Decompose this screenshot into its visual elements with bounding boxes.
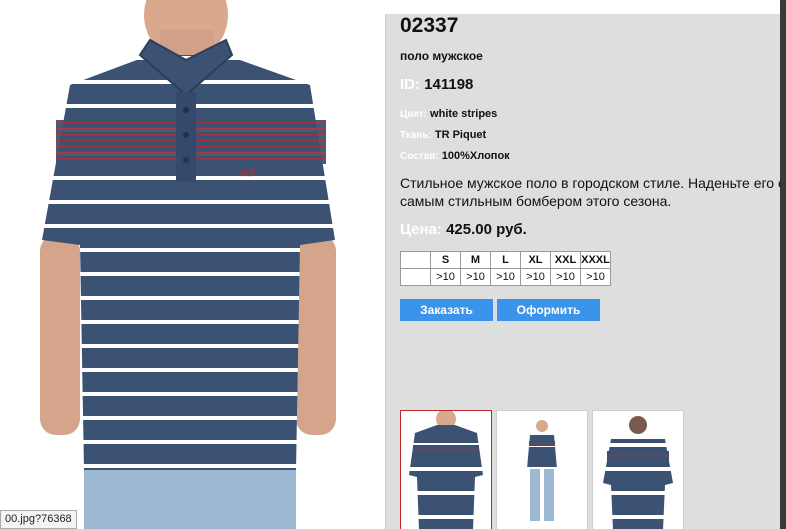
id-value: 141198 <box>424 76 474 93</box>
stock-cell <box>400 268 431 286</box>
stock-cell: >10 <box>490 268 521 286</box>
price-value: 425.00 руб. <box>446 221 527 238</box>
composition-value: 100%Хлопок <box>441 150 510 162</box>
size-header-cell[interactable]: XXXL <box>580 251 611 269</box>
product-code: 02337 <box>400 14 459 37</box>
stock-cell: >10 <box>430 268 461 286</box>
polo-shirt-photo: ᑎᒪᖴ <box>40 0 336 529</box>
size-header-cell[interactable]: M <box>460 251 491 269</box>
thumbnail-back-view[interactable] <box>592 410 684 529</box>
price-row: Цена: 425.00 руб. <box>400 221 527 238</box>
size-header-cell[interactable]: XL <box>520 251 551 269</box>
product-description: Стильное мужское поло в городском стиле.… <box>400 174 785 210</box>
size-header-cell[interactable]: XXL <box>550 251 581 269</box>
stock-cell: >10 <box>550 268 581 286</box>
thumbnail-full-body[interactable] <box>496 410 588 529</box>
header-strip <box>386 0 786 14</box>
stock-cell: >10 <box>520 268 551 286</box>
thumbnail-image <box>497 411 587 529</box>
composition-row: Состав: 100%Хлопок <box>400 150 510 162</box>
size-header-cell[interactable]: S <box>430 251 461 269</box>
window-edge <box>780 0 786 529</box>
price-label: Цена: <box>400 221 442 238</box>
thumbnail-image <box>401 411 491 529</box>
thumbnail-front-closeup[interactable] <box>400 410 492 529</box>
id-label: ID: <box>400 76 420 93</box>
product-info-panel: 02337 поло мужское ID: 141198 Цвет: whit… <box>386 14 786 529</box>
size-availability-table: S M L XL XXL XXXL >10 >10 >10 >10 >10 >1… <box>400 251 611 286</box>
size-header-cell <box>400 251 431 269</box>
order-button[interactable]: Заказать <box>400 299 493 321</box>
main-product-image[interactable]: ᑎᒪᖴ <box>0 0 386 529</box>
status-bar-url: 00.jpg?76368 <box>0 510 77 529</box>
stock-cell: >10 <box>580 268 611 286</box>
thumbnail-image <box>593 411 683 529</box>
description-line-1: Стильное мужское поло в городском стиле.… <box>400 175 785 191</box>
size-header-cell[interactable]: L <box>490 251 521 269</box>
size-header-row: S M L XL XXL XXXL <box>400 251 611 269</box>
color-label: Цвет: <box>400 109 427 120</box>
size-stock-row: >10 >10 >10 >10 >10 >10 <box>400 268 611 286</box>
stock-cell: >10 <box>460 268 491 286</box>
product-name: поло мужское <box>400 49 483 63</box>
product-id-row: ID: 141198 <box>400 76 473 93</box>
description-line-2: самым стильным бомбером этого сезона. <box>400 193 672 209</box>
fabric-value: TR Piquet <box>434 129 487 141</box>
fabric-row: Ткань: TR Piquet <box>400 129 486 141</box>
fabric-label: Ткань: <box>400 130 432 141</box>
svg-text:ᑎᒪᖴ: ᑎᒪᖴ <box>240 169 255 178</box>
color-row: Цвет: white stripes <box>400 108 497 120</box>
checkout-button[interactable]: Оформить <box>497 299 600 321</box>
composition-label: Состав: <box>400 151 439 162</box>
color-value: white stripes <box>430 108 498 120</box>
